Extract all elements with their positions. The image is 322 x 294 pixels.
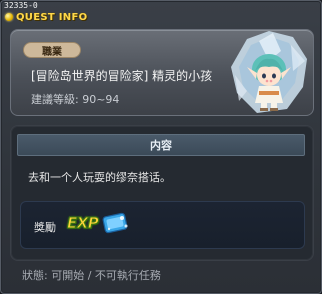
title-dot-icon xyxy=(5,13,13,21)
npc-portrait-icon xyxy=(231,31,307,113)
quest-name: [冒险岛世界的冒险家] 精灵的小孩 xyxy=(31,69,213,83)
level-requirement: 建議等級: 90~94 xyxy=(31,93,120,106)
window-titlebar[interactable]: QUEST INFO xyxy=(5,9,87,25)
quest-info-window: 32335-0 QUEST INFO 職業 [冒险岛世界的冒险家] 精灵的小孩 … xyxy=(0,0,322,294)
window-title: QUEST INFO xyxy=(16,11,88,23)
content-description: 去和一个人玩耍的缪奈搭话。 xyxy=(28,171,171,184)
exp-icon[interactable]: EXP xyxy=(66,214,99,233)
content-header: 内容 xyxy=(17,134,305,156)
category-badge: 職業 xyxy=(23,42,81,58)
quest-status: 狀態: 可開始 / 不可執行任務 xyxy=(22,269,161,282)
reward-label: 獎勵 xyxy=(34,221,56,234)
reward-box xyxy=(20,201,305,249)
exp-card-icon[interactable] xyxy=(100,212,132,234)
